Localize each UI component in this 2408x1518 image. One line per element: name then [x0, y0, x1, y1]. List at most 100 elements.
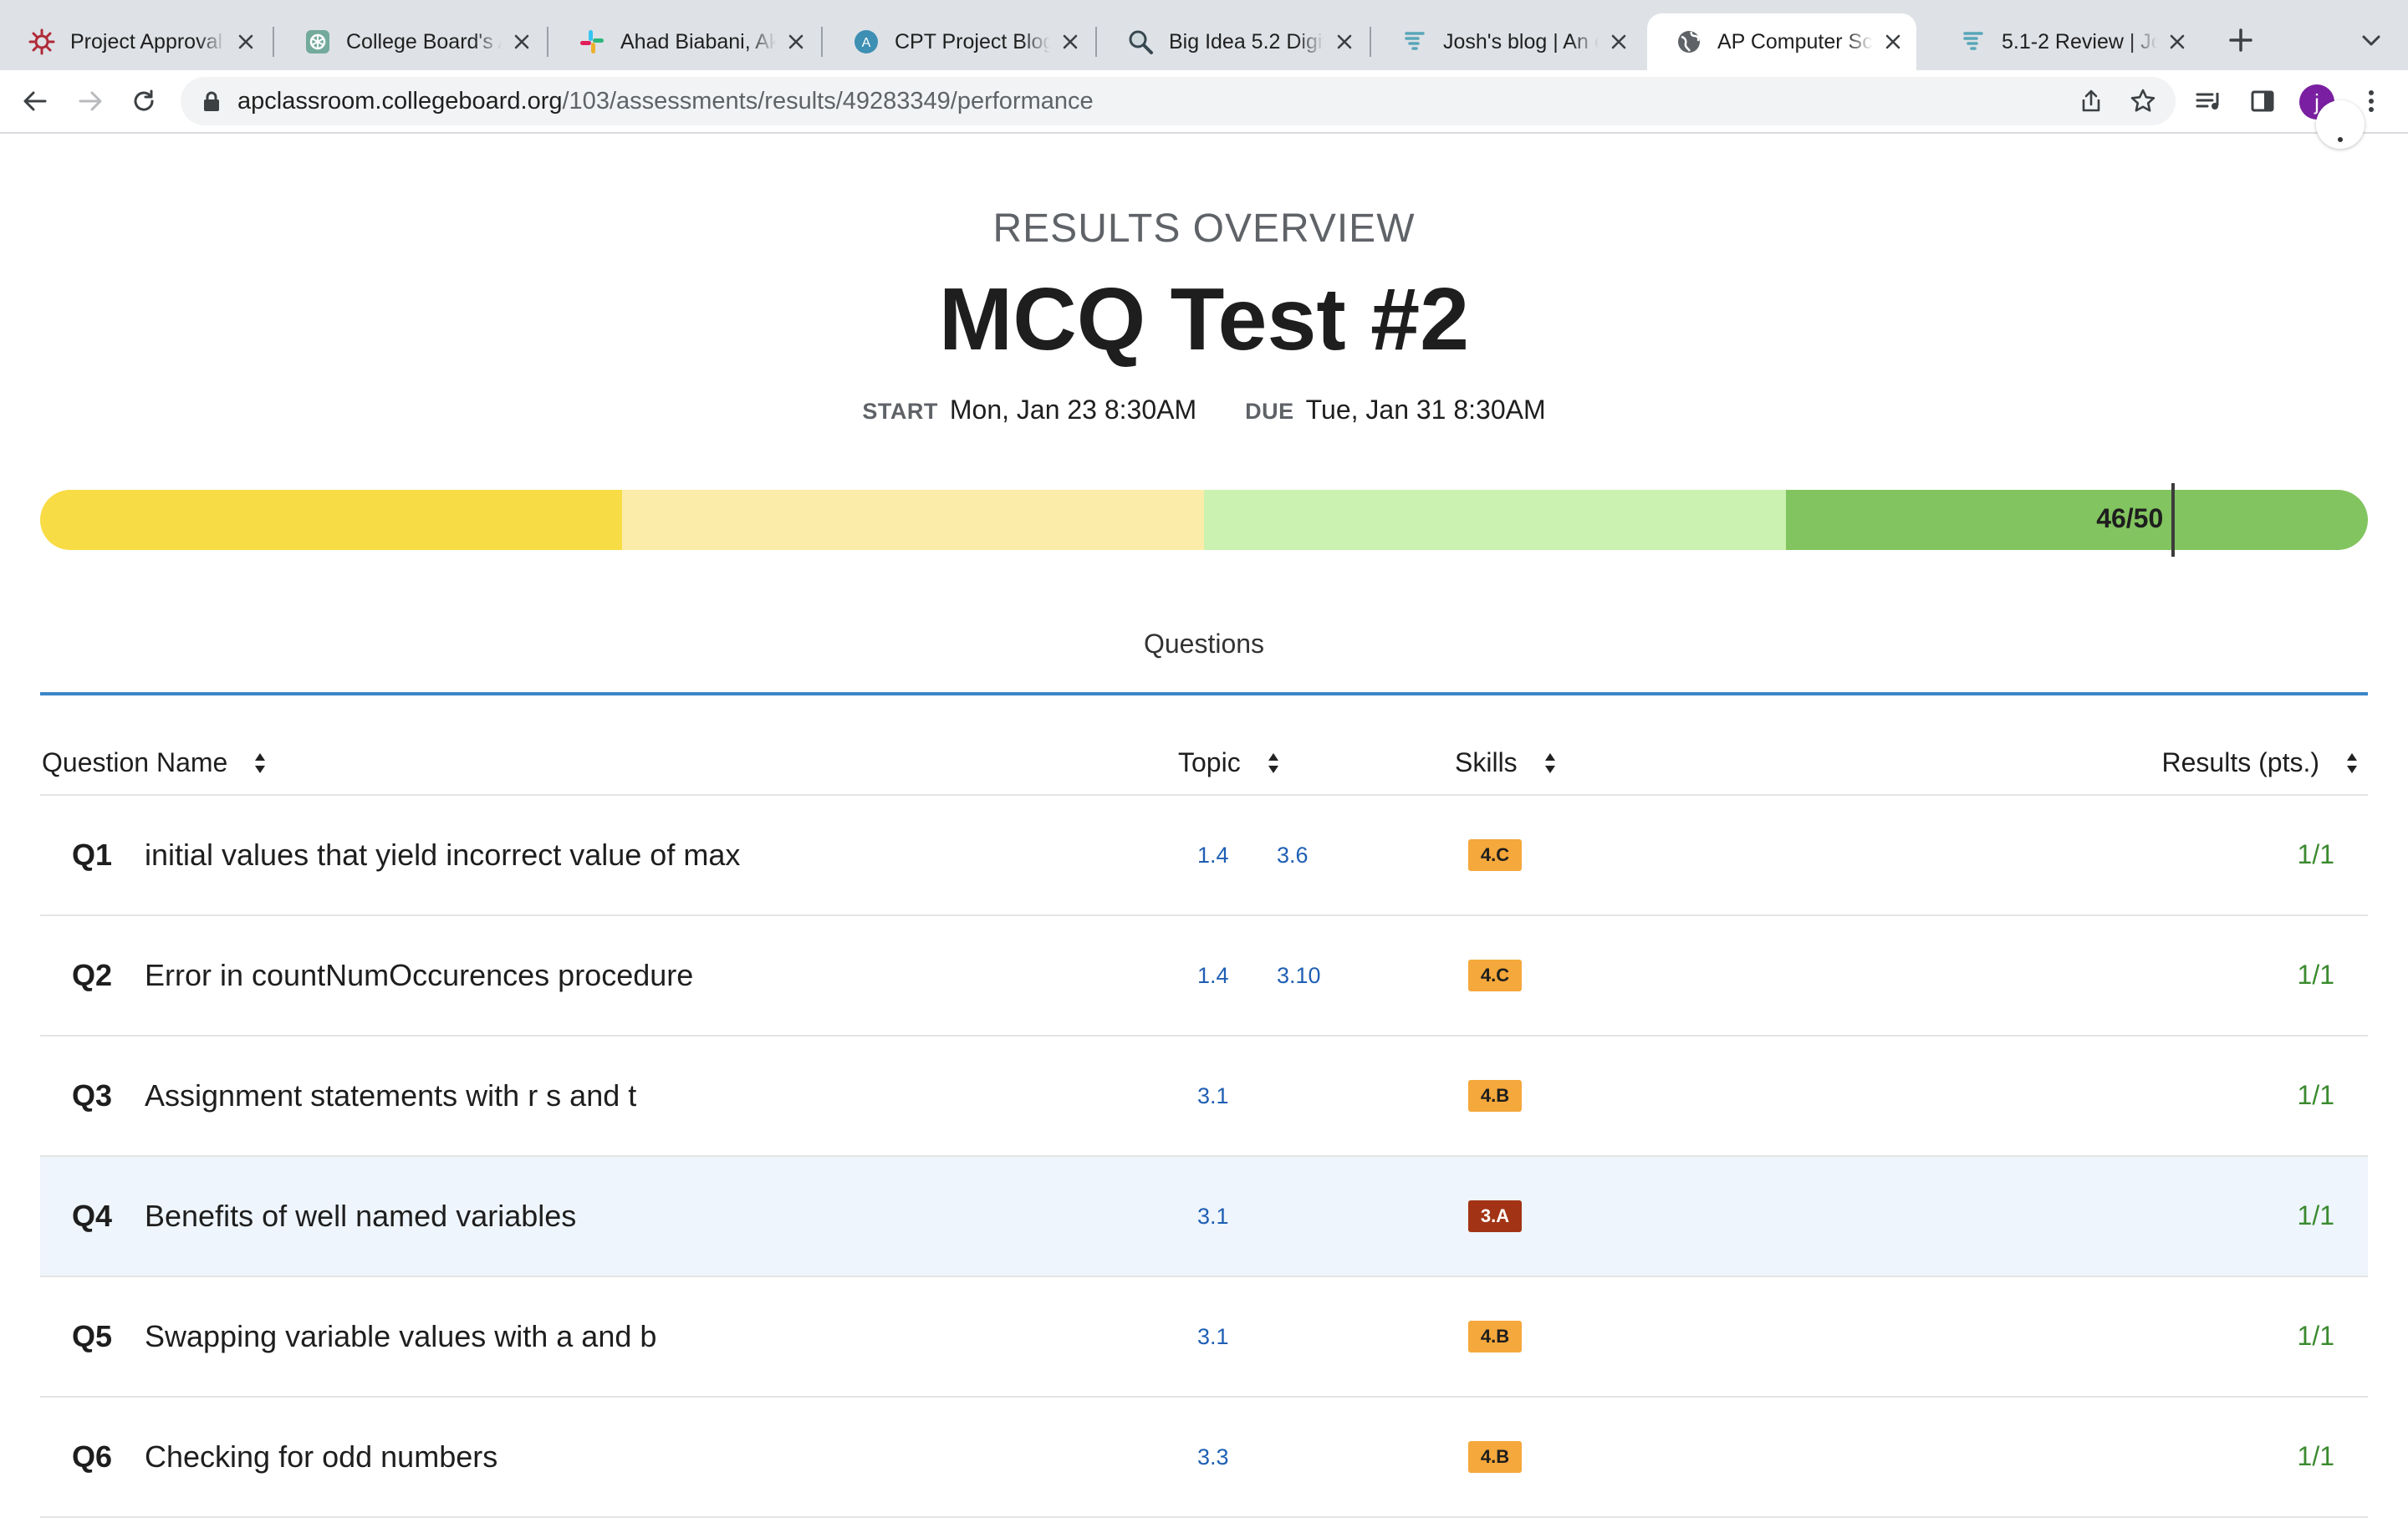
table-row[interactable]: Q4 Benefits of well named variables 3.1 3.A…: [40, 1157, 2368, 1277]
score-band-3: [1204, 490, 1786, 550]
table-row[interactable]: Q5 Swapping variable values with a and b 3…: [40, 1277, 2368, 1398]
column-header-skills[interactable]: Skills: [1455, 747, 1558, 778]
topic-link[interactable]: 3.1: [1197, 1083, 1229, 1109]
tab-questions[interactable]: Questions: [0, 629, 2408, 660]
tab-search-button[interactable]: [2356, 25, 2386, 55]
arrow-right-icon: [79, 91, 102, 111]
tab-separator: [821, 27, 823, 57]
table-row[interactable]: Q1 initial values that yield incorrect va…: [40, 796, 2368, 916]
skill-badge: 4.B: [1468, 1321, 1522, 1352]
browser-tab-6[interactable]: Josh's blog | An e: [1373, 13, 1642, 70]
reload-button[interactable]: [127, 84, 161, 118]
dot-icon: [2338, 137, 2343, 142]
sort-icon: [255, 752, 266, 773]
browser-tab-title: Josh's blog | An e: [1443, 29, 1599, 53]
column-header-name[interactable]: Question Name: [42, 747, 268, 778]
browser-tab-4[interactable]: A CPT Project Blog: [824, 13, 1094, 70]
skill-badge: 4.B: [1468, 1080, 1522, 1112]
question-name-link[interactable]: Benefits of well named variables: [145, 1199, 576, 1234]
browser-tab-3[interactable]: Ahad Biabani, Aks: [550, 13, 819, 70]
browser-tab-title: 5.1-2 Review | Jos: [2002, 29, 2157, 53]
bookmark-button[interactable]: [2129, 87, 2157, 115]
questions-table: Question Name Topic Skills Results (pts.…: [40, 737, 2368, 1518]
table-row[interactable]: Q2 Error in countNumOccurences procedure 1…: [40, 916, 2368, 1037]
browser-tab-title: Project Approval: [70, 29, 223, 53]
column-header-results[interactable]: Results (pts.): [2162, 747, 2360, 778]
topic-link[interactable]: 3.1: [1197, 1324, 1229, 1350]
browser-tab-strip: Project Approval College Board's AP Ahad B…: [0, 0, 2408, 70]
browser-tab-title: Big Idea 5.2 Digital: [1169, 29, 1324, 53]
question-number: Q5: [72, 1319, 113, 1353]
lock-icon: [204, 91, 219, 111]
magnifier-icon: [1127, 28, 1154, 55]
topic-link[interactable]: 3.1: [1197, 1204, 1229, 1230]
result-points: 1/1: [2297, 1200, 2334, 1230]
browser-toolbar: apclassroom.collegeboard.org/103/assessm…: [0, 70, 2408, 134]
score-band-1: [40, 490, 622, 550]
close-icon[interactable]: [232, 28, 259, 55]
browser-tab-5[interactable]: Big Idea 5.2 Digital: [1099, 13, 1368, 70]
topic-link[interactable]: 3.6: [1277, 843, 1309, 869]
close-icon[interactable]: [1331, 28, 1358, 55]
tab-underline: [40, 692, 2368, 695]
result-points: 1/1: [2297, 1321, 2334, 1351]
close-icon[interactable]: [508, 28, 535, 55]
share-button[interactable]: [2077, 87, 2105, 115]
topic-link[interactable]: 1.4: [1197, 963, 1229, 989]
fastpages-icon: [1960, 28, 1987, 55]
question-name-link[interactable]: Checking for odd numbers: [145, 1439, 497, 1475]
side-panel-icon: [2251, 90, 2274, 112]
tab-separator: [273, 27, 274, 57]
table-row[interactable]: Q6 Checking for odd numbers 3.3 4.B 1/1: [40, 1398, 2368, 1518]
close-icon[interactable]: [1605, 28, 1632, 55]
address-bar[interactable]: apclassroom.collegeboard.org/103/assessm…: [181, 77, 2176, 125]
page-title: MCQ Test #2: [938, 270, 1470, 369]
kebab-menu-icon: [2369, 90, 2374, 112]
browser-tab-7[interactable]: AP Computer Scie: [1647, 13, 1916, 70]
new-tab-button[interactable]: [2224, 23, 2258, 57]
close-icon[interactable]: [2164, 28, 2191, 55]
sort-icon: [2347, 752, 2357, 773]
question-name-link[interactable]: Error in countNumOccurences procedure: [145, 958, 693, 993]
assessment-dates: START Mon, Jan 23 8:30AM DUE Tue, Jan 31 8:…: [0, 395, 2408, 425]
close-icon[interactable]: [1057, 28, 1084, 55]
browser-tab-2[interactable]: College Board's AP: [276, 13, 545, 70]
column-header-topic[interactable]: Topic: [1178, 747, 1281, 778]
topic-link[interactable]: 3.10: [1277, 963, 1321, 989]
result-points: 1/1: [2297, 839, 2334, 869]
question-number: Q3: [72, 1078, 113, 1113]
back-button[interactable]: [18, 84, 52, 118]
column-header-results-label: Results (pts.): [2161, 747, 2319, 777]
sort-icon: [1544, 752, 1555, 773]
question-name-link[interactable]: Assignment statements with r s and t: [145, 1078, 636, 1113]
question-name-link[interactable]: Swapping variable values with a and b: [145, 1319, 656, 1354]
page-options-button[interactable]: [2316, 100, 2365, 149]
question-name-link[interactable]: initial values that yield incorrect valu…: [145, 838, 740, 873]
table-row[interactable]: Q3 Assignment statements with r s and t 3.…: [40, 1037, 2368, 1157]
question-number: Q1: [72, 838, 113, 872]
svg-text:A: A: [862, 36, 871, 50]
result-points: 1/1: [2297, 1441, 2334, 1471]
forward-button[interactable]: [74, 84, 107, 118]
close-icon[interactable]: [783, 28, 809, 55]
tab-separator: [1370, 27, 1371, 57]
results-overview-label: RESULTS OVERVIEW: [992, 206, 1416, 251]
plus-icon: [2229, 28, 2252, 52]
column-header-name-label: Question Name: [42, 747, 228, 777]
score-marker: [2171, 483, 2176, 557]
column-header-topic-label: Topic: [1178, 747, 1241, 777]
skill-badge: 3.A: [1468, 1200, 1522, 1232]
side-panel-button[interactable]: [2246, 84, 2279, 118]
topic-link[interactable]: 1.4: [1197, 843, 1229, 869]
topic-link[interactable]: 3.3: [1197, 1444, 1229, 1470]
browser-tab-1[interactable]: Project Approval: [0, 13, 269, 70]
result-points: 1/1: [2297, 1080, 2334, 1110]
openai-icon: [304, 28, 331, 55]
media-controls-button[interactable]: [2192, 84, 2226, 118]
question-number: Q6: [72, 1439, 113, 1474]
browser-tab-title: Ahad Biabani, Aks: [620, 29, 776, 53]
start-label: START: [862, 399, 938, 424]
close-icon[interactable]: [1880, 28, 1906, 55]
browser-tab-8[interactable]: 5.1-2 Review | Jos: [1931, 13, 2201, 70]
skill-badge: 4.C: [1468, 960, 1522, 991]
